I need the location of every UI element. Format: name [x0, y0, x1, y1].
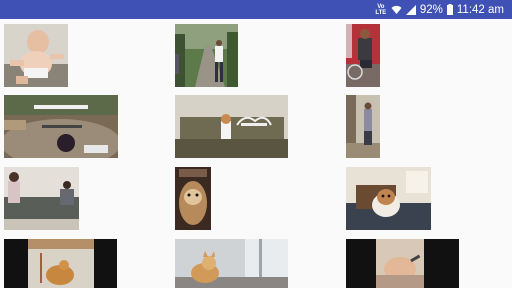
thumbnail-person-walking-path[interactable] [175, 24, 238, 87]
thumbnail-hand-feeding[interactable] [346, 239, 459, 288]
battery-percent: 92% [419, 3, 443, 16]
thumbnail-person-in-doorway[interactable] [346, 95, 380, 158]
status-bar: Vo LTE 92% 11:42 am [0, 0, 512, 19]
video-gallery [0, 19, 512, 288]
thumbnail-baby[interactable] [4, 24, 68, 87]
volte-icon: Vo LTE [375, 3, 387, 16]
signal-icon [405, 4, 416, 15]
status-icons: Vo LTE 92% 11:42 am [375, 0, 504, 19]
wifi-icon [391, 5, 402, 14]
thumbnail-cat-on-cabinet[interactable] [4, 239, 117, 288]
thumbnail-person-with-bike[interactable] [346, 24, 380, 87]
thumbnail-cat-by-window[interactable] [175, 239, 288, 288]
battery-icon [446, 4, 453, 15]
thumbnail-skatepark-fisheye[interactable] [4, 95, 118, 158]
thumbnail-dog-on-couch-skeleton[interactable] [175, 95, 288, 158]
clock: 11:42 am [456, 3, 504, 16]
thumbnail-dog-closeup[interactable] [175, 167, 211, 230]
thumbnail-beagle-on-couch[interactable] [346, 167, 431, 230]
thumbnail-people-on-couch[interactable] [4, 167, 79, 230]
